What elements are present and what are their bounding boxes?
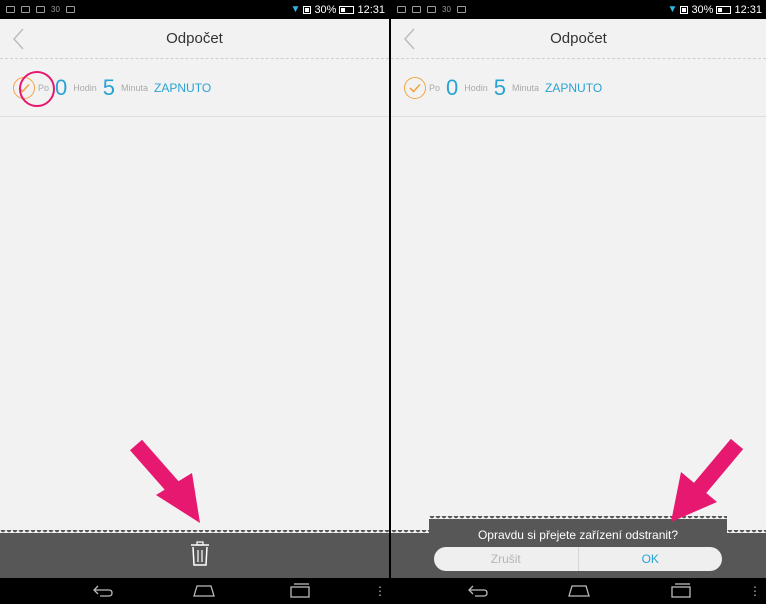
- notification-icon: [6, 6, 15, 13]
- pointer-arrow: [671, 438, 744, 522]
- image-icon: [21, 6, 30, 13]
- home-icon[interactable]: [192, 582, 216, 598]
- battery-icon: [339, 5, 355, 14]
- navigation-bar: ⋮: [0, 578, 389, 604]
- sim-icon: [680, 5, 689, 14]
- navigation-bar: ⋮: [391, 578, 766, 604]
- wifi-icon: ▼: [667, 4, 678, 15]
- minutes-value: 5: [493, 75, 507, 100]
- ok-button[interactable]: OK: [579, 547, 723, 571]
- trash-icon[interactable]: [189, 541, 211, 567]
- status-bar: 30 ▼ 30% 12:31: [0, 0, 389, 19]
- dialog-message: Opravdu si přejete zařízení odstranit?: [477, 528, 679, 542]
- hours-label: Hodin: [73, 83, 97, 93]
- pointer-arrow: [129, 439, 200, 523]
- battery-percent: 30%: [691, 3, 714, 16]
- back-icon[interactable]: [92, 582, 114, 598]
- notification-icons: 30: [6, 5, 75, 14]
- recents-icon[interactable]: [669, 582, 693, 598]
- mail-icon: [427, 6, 436, 13]
- hours-label: Hodin: [464, 83, 488, 93]
- clock: 12:31: [734, 3, 762, 16]
- check-icon[interactable]: [404, 77, 426, 99]
- home-icon[interactable]: [567, 582, 591, 598]
- status-bar: 30 ▼ 30% 12:31: [391, 0, 766, 19]
- overflow-menu-icon[interactable]: ⋮: [374, 584, 386, 598]
- battery-icon: [716, 5, 732, 14]
- prefix-label: Po: [429, 83, 441, 93]
- timer-row[interactable]: Po 0 Hodin 5 Minuta ZAPNUTO: [391, 60, 766, 117]
- overflow-menu-icon[interactable]: ⋮: [749, 584, 761, 598]
- battery-percent: 30%: [314, 3, 337, 16]
- clock: 12:31: [357, 3, 385, 16]
- back-chevron-icon[interactable]: [10, 27, 28, 51]
- state-label: ZAPNUTO: [545, 81, 603, 95]
- title-bar: Odpočet: [391, 19, 766, 59]
- notification-count: 30: [51, 5, 60, 14]
- title-bar: Odpočet: [0, 19, 389, 59]
- highlight-circle: [19, 71, 55, 107]
- screen-left: 30 ▼ 30% 12:31 Odpočet Po 0 Hodin 5 Minu…: [0, 0, 389, 604]
- minutes-label: Minuta: [121, 83, 149, 93]
- mail-icon: [36, 6, 45, 13]
- page-title: Odpočet: [166, 30, 223, 47]
- back-icon[interactable]: [467, 582, 489, 598]
- notification-count: 30: [442, 5, 451, 14]
- screen-right: 30 ▼ 30% 12:31 Odpočet Po 0 Hodin 5 Minu…: [391, 0, 766, 604]
- wifi-icon: ▼: [290, 4, 301, 15]
- image-icon: [412, 6, 421, 13]
- app-icon: [456, 6, 466, 13]
- back-chevron-icon[interactable]: [401, 27, 419, 51]
- hours-value: 0: [55, 75, 68, 100]
- sim-icon: [303, 5, 312, 14]
- app-icon: [65, 6, 75, 13]
- cancel-button[interactable]: Zrušit: [434, 547, 579, 571]
- minutes-value: 5: [102, 75, 116, 100]
- page-title: Odpočet: [550, 30, 607, 47]
- action-bar: [0, 530, 389, 578]
- dialog-buttons: Zrušit OK: [434, 547, 722, 571]
- minutes-label: Minuta: [512, 83, 540, 93]
- notification-icons: 30: [397, 5, 466, 14]
- hours-value: 0: [446, 75, 459, 100]
- timer-row[interactable]: Po 0 Hodin 5 Minuta ZAPNUTO: [0, 60, 389, 117]
- notification-icon: [397, 6, 406, 13]
- recents-icon[interactable]: [288, 582, 312, 598]
- state-label: ZAPNUTO: [154, 81, 212, 95]
